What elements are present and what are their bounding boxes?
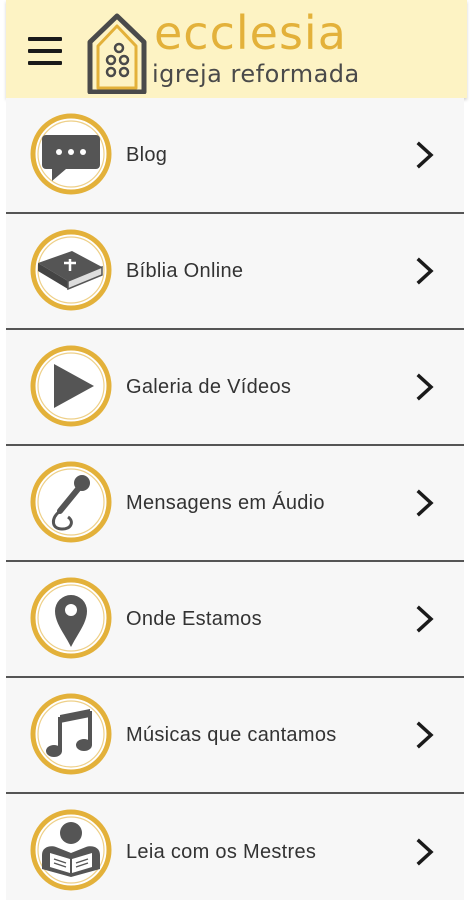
- menu-item-mensagens-audio[interactable]: Mensagens em Áudio: [6, 446, 464, 562]
- chevron-right-icon: [416, 257, 434, 285]
- menu-item-onde-estamos[interactable]: Onde Estamos: [6, 562, 464, 678]
- menu-item-leia-mestres[interactable]: Leia com os Mestres: [6, 794, 464, 900]
- menu-item-label: Mensagens em Áudio: [126, 491, 325, 514]
- chevron-right-icon: [416, 605, 434, 633]
- main-menu: Blog Bíblia Online Galeria de Vídeos Men…: [6, 98, 464, 900]
- hamburger-icon[interactable]: [28, 37, 62, 65]
- church-house-icon: [87, 13, 147, 94]
- chevron-right-icon: [416, 838, 434, 866]
- menu-item-label: Blog: [126, 143, 168, 166]
- menu-item-musicas[interactable]: Músicas que cantamos: [6, 678, 464, 794]
- logo-title: ecclesia: [154, 6, 347, 60]
- microphone-icon: [30, 461, 112, 543]
- menu-item-label: Leia com os Mestres: [126, 840, 317, 863]
- play-icon: [30, 345, 112, 427]
- menu-item-label: Músicas que cantamos: [126, 723, 337, 746]
- chat-bubble-icon: [30, 113, 112, 195]
- chevron-right-icon: [416, 373, 434, 401]
- chevron-right-icon: [416, 721, 434, 749]
- logo-subtitle: igreja reformada: [152, 60, 360, 88]
- reader-icon: [30, 809, 112, 891]
- chevron-right-icon: [416, 141, 434, 169]
- ecclesia-logo: ecclesia igreja reformada: [84, 8, 404, 94]
- menu-item-blog[interactable]: Blog: [6, 98, 464, 214]
- bible-icon: [30, 229, 112, 311]
- menu-item-biblia-online[interactable]: Bíblia Online: [6, 214, 464, 330]
- menu-item-label: Galeria de Vídeos: [126, 375, 292, 398]
- menu-item-galeria-videos[interactable]: Galeria de Vídeos: [6, 330, 464, 446]
- menu-item-label: Onde Estamos: [126, 607, 262, 630]
- chevron-right-icon: [416, 489, 434, 517]
- music-note-icon: [30, 693, 112, 775]
- app-header: ecclesia igreja reformada: [6, 0, 467, 98]
- menu-item-label: Bíblia Online: [126, 259, 244, 282]
- location-pin-icon: [30, 577, 112, 659]
